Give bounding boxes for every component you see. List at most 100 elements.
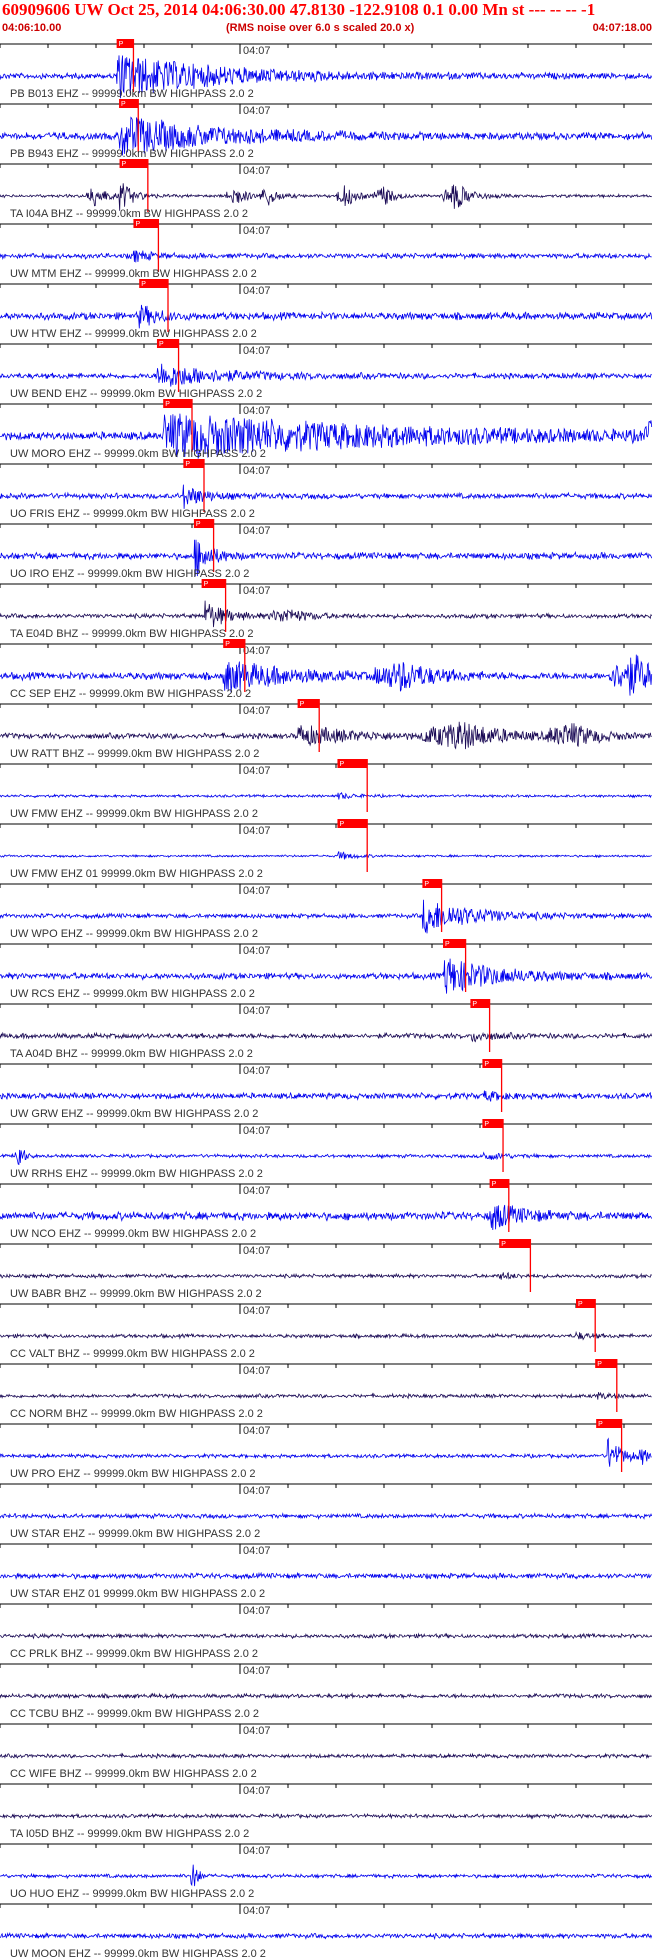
tick-time-label: 04:07 — [243, 45, 271, 57]
waveform-trace — [0, 1931, 653, 1941]
pick-label: P — [141, 281, 146, 288]
tick-time-label: 04:07 — [243, 345, 271, 357]
trace-label: TA E04D BHZ -- 99999.0km BW HIGHPASS 2.0… — [10, 628, 254, 640]
trace-label: UW RRHS EHZ -- 99999.0km BW HIGHPASS 2.0… — [10, 1168, 263, 1180]
waveform-trace — [0, 600, 653, 628]
tick-time-label: 04:07 — [243, 1125, 271, 1137]
tick-time-label: 04:07 — [243, 1005, 271, 1017]
waveform-trace — [0, 1864, 653, 1887]
waveform-trace — [0, 1090, 653, 1102]
pick-label: P — [121, 101, 126, 108]
trace-label: TA I04A BHZ -- 99999.0km BW HIGHPASS 2.0… — [10, 208, 248, 220]
pick-label: P — [484, 1121, 489, 1128]
trace-label: CC PRLK BHZ -- 99999.0km BW HIGHPASS 2.0… — [10, 1648, 258, 1660]
waveform-trace — [0, 1391, 652, 1400]
waveform-trace — [0, 183, 652, 211]
trace-label: UW MORO EHZ -- 99999.0km BW HIGHPASS 2.0… — [10, 448, 266, 460]
trace-label: TA I05D BHZ -- 99999.0km BW HIGHPASS 2.0… — [10, 1828, 249, 1840]
pick-label: P — [165, 401, 170, 408]
waveform-trace — [0, 1571, 652, 1581]
pick-label: P — [472, 1001, 477, 1008]
tick-time-label: 04:07 — [243, 165, 271, 177]
waveform-trace — [0, 1149, 652, 1166]
pick-label: P — [204, 581, 209, 588]
tick-time-label: 04:07 — [243, 645, 271, 657]
tick-time-label: 04:07 — [243, 1905, 271, 1917]
trace-label: UW STAR EHZ -- 99999.0km BW HIGHPASS 2.0… — [10, 1528, 260, 1540]
tick-time-label: 04:07 — [243, 1785, 271, 1797]
tick-time-label: 04:07 — [243, 1365, 271, 1377]
tick-time-label: 04:07 — [243, 945, 271, 957]
tick-time-label: 04:07 — [243, 465, 271, 477]
tick-time-label: 04:07 — [243, 1605, 271, 1617]
pick-label: P — [492, 1181, 497, 1188]
tick-time-label: 04:07 — [243, 525, 271, 537]
trace-label: CC WIFE BHZ -- 99999.0km BW HIGHPASS 2.0… — [10, 1768, 257, 1780]
trace-label: UW WPO EHZ -- 99999.0km BW HIGHPASS 2.0 … — [10, 928, 258, 940]
trace-label: UW MTM EHZ -- 99999.0km BW HIGHPASS 2.0 … — [10, 268, 257, 280]
waveform-trace — [0, 851, 652, 860]
tick-time-label: 04:07 — [243, 1845, 271, 1857]
trace-label: CC SEP EHZ -- 99999.0km BW HIGHPASS 2.0 … — [10, 688, 251, 700]
tick-time-label: 04:07 — [243, 105, 271, 117]
trace-label: TA A04D BHZ -- 99999.0km BW HIGHPASS 2.0… — [10, 1048, 253, 1060]
waveform-trace — [0, 791, 652, 800]
trace-label: UW RATT BHZ -- 99999.0km BW HIGHPASS 2.0… — [10, 748, 259, 760]
pick-label: P — [445, 941, 450, 948]
pick-label: P — [339, 761, 344, 768]
waveform-trace — [0, 1271, 652, 1280]
tick-time-label: 04:07 — [243, 1545, 271, 1557]
pick-label: P — [119, 41, 124, 48]
waveform-trace — [0, 1330, 653, 1341]
pick-label: P — [598, 1421, 603, 1428]
waveform-trace — [0, 1692, 653, 1700]
pick-label: P — [578, 1301, 583, 1308]
trace-label: UW MOON EHZ -- 99999.0km BW HIGHPASS 2.0… — [10, 1948, 266, 1958]
trace-label: CC TCBU BHZ -- 99999.0km BW HIGHPASS 2.0… — [10, 1708, 259, 1720]
pick-label: P — [185, 461, 190, 468]
tick-time-label: 04:07 — [243, 1425, 271, 1437]
trace-label: UW FMW EHZ -- 99999.0km BW HIGHPASS 2.0 … — [10, 808, 258, 820]
tick-time-label: 04:07 — [243, 705, 271, 717]
pick-label: P — [424, 881, 429, 888]
start-time-label: 04:06:10.00 — [2, 22, 62, 34]
trace-label: UW RCS EHZ -- 99999.0km BW HIGHPASS 2.0 … — [10, 988, 255, 1000]
waveform-trace — [0, 1204, 653, 1231]
tick-time-label: 04:07 — [243, 225, 271, 237]
trace-label: PB B013 EHZ -- 99999.0km BW HIGHPASS 2.0… — [10, 88, 254, 100]
waveform-trace — [0, 1437, 652, 1467]
tick-time-label: 04:07 — [243, 765, 271, 777]
waveform-trace — [0, 304, 653, 329]
trace-label: CC VALT BHZ -- 99999.0km BW HIGHPASS 2.0… — [10, 1348, 255, 1360]
trace-label: UW PRO EHZ -- 99999.0km BW HIGHPASS 2.0 … — [10, 1468, 256, 1480]
trace-label: UW HTW EHZ -- 99999.0km BW HIGHPASS 2.0 … — [10, 328, 257, 340]
trace-label: UO IRO EHZ -- 99999.0km BW HIGHPASS 2.0 … — [10, 568, 249, 580]
tick-time-label: 04:07 — [243, 1065, 271, 1077]
trace-label: UW NCO EHZ -- 99999.0km BW HIGHPASS 2.0 … — [10, 1228, 256, 1240]
trace-label: UW FMW EHZ 01 99999.0km BW HIGHPASS 2.0 … — [10, 868, 263, 880]
pick-label: P — [135, 221, 140, 228]
pick-label: P — [196, 521, 201, 528]
tick-time-label: 04:07 — [243, 825, 271, 837]
trace-label: UW STAR EHZ 01 99999.0km BW HIGHPASS 2.0… — [10, 1588, 265, 1600]
rms-noise-note: (RMS noise over 6.0 s scaled 20.0 x) — [226, 22, 415, 34]
tick-time-label: 04:07 — [243, 885, 271, 897]
waveform-trace — [0, 1752, 652, 1760]
pick-label: P — [597, 1361, 602, 1368]
event-title: 60909606 UW Oct 25, 2014 04:06:30.00 47.… — [2, 0, 596, 19]
trace-label: UW BEND EHZ -- 99999.0km BW HIGHPASS 2.0… — [10, 388, 262, 400]
tick-time-label: 04:07 — [243, 1665, 271, 1677]
waveform-trace — [0, 721, 652, 750]
pick-label: P — [122, 161, 127, 168]
trace-label: UO HUO EHZ -- 99999.0km BW HIGHPASS 2.0 … — [10, 1888, 254, 1900]
tick-time-label: 04:07 — [243, 1305, 271, 1317]
tick-time-label: 04:07 — [243, 405, 271, 417]
trace-label: UW GRW EHZ -- 99999.0km BW HIGHPASS 2.0 … — [10, 1108, 258, 1120]
pick-label: P — [339, 821, 344, 828]
waveform-trace — [0, 1512, 653, 1520]
pick-label: P — [484, 1061, 489, 1068]
pick-label: P — [501, 1241, 506, 1248]
tick-time-label: 04:07 — [243, 1245, 271, 1257]
pick-label: P — [300, 701, 305, 708]
seismogram-plot: 04:07PPB B013 EHZ -- 99999.0km BW HIGHPA… — [0, 39, 653, 1958]
